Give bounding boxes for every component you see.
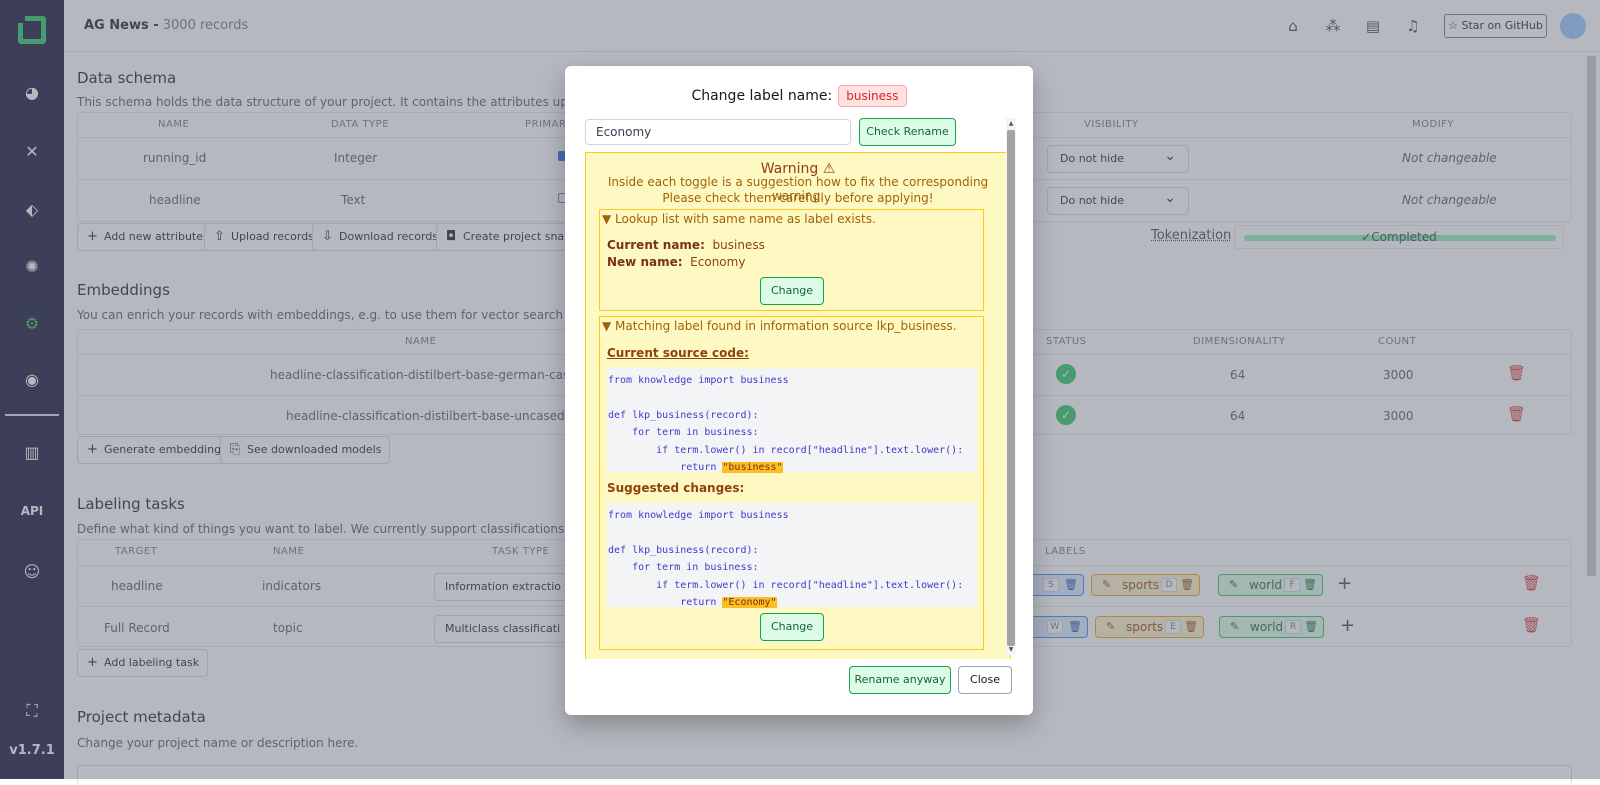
new-label-input[interactable]: Economy <box>585 119 851 145</box>
rename-label-modal: Change label name: business Economy Check… <box>565 66 1033 715</box>
change-button[interactable]: Change <box>760 613 824 641</box>
modal-scrollbar[interactable]: ▲ ▼ <box>1006 118 1016 655</box>
new-name-row: New name: Economy <box>607 255 745 269</box>
toggle-header[interactable]: ▼ Matching label found in information so… <box>602 319 957 333</box>
scroll-up-icon[interactable]: ▲ <box>1006 120 1016 127</box>
current-code-text: from knowledge import business def lkp_b… <box>608 375 963 473</box>
new-name-value: Economy <box>690 255 745 269</box>
scroll-down-icon[interactable]: ▼ <box>1006 646 1016 653</box>
toggle-header[interactable]: ▼ Lookup list with same name as label ex… <box>602 212 876 226</box>
toggle-header-text: Lookup list with same name as label exis… <box>615 212 876 226</box>
scrollbar-thumb[interactable] <box>1007 130 1015 646</box>
current-name-label: Current name: <box>607 238 705 252</box>
suggested-code-highlight: "Economy" <box>722 597 776 608</box>
suggested-code-block: from knowledge import business def lkp_b… <box>607 503 977 607</box>
warning-box: Warning ⚠ Inside each toggle is a sugges… <box>585 152 1011 659</box>
modal-scroll-area[interactable]: Economy Check Rename Warning ⚠ Inside ea… <box>585 118 1025 659</box>
toggle-information-source[interactable]: ▼ Matching label found in information so… <box>599 316 984 650</box>
close-button[interactable]: Close <box>958 666 1012 694</box>
warning-line-2: Please check them carefully before apply… <box>586 191 1010 205</box>
current-code-highlight: "business" <box>722 462 782 473</box>
suggested-code-text: from knowledge import business def lkp_b… <box>608 510 963 608</box>
current-code-block: from knowledge import business def lkp_b… <box>607 368 977 472</box>
suggested-changes-title: Suggested changes: <box>607 481 744 495</box>
current-name-row: Current name: business <box>607 238 765 252</box>
toggle-header-text: Matching label found in information sour… <box>615 319 957 333</box>
rename-anyway-button[interactable]: Rename anyway <box>849 666 951 694</box>
change-button[interactable]: Change <box>760 277 824 305</box>
modal-title: Change label name: business <box>565 85 1033 107</box>
current-code-title: Current source code: <box>607 346 749 360</box>
new-name-label: New name: <box>607 255 683 269</box>
check-rename-button[interactable]: Check Rename <box>859 118 956 146</box>
current-name-value: business <box>713 238 765 252</box>
toggle-lookup-list[interactable]: ▼ Lookup list with same name as label ex… <box>599 209 984 311</box>
old-label-badge: business <box>838 85 906 107</box>
modal-title-text: Change label name: <box>691 88 832 104</box>
